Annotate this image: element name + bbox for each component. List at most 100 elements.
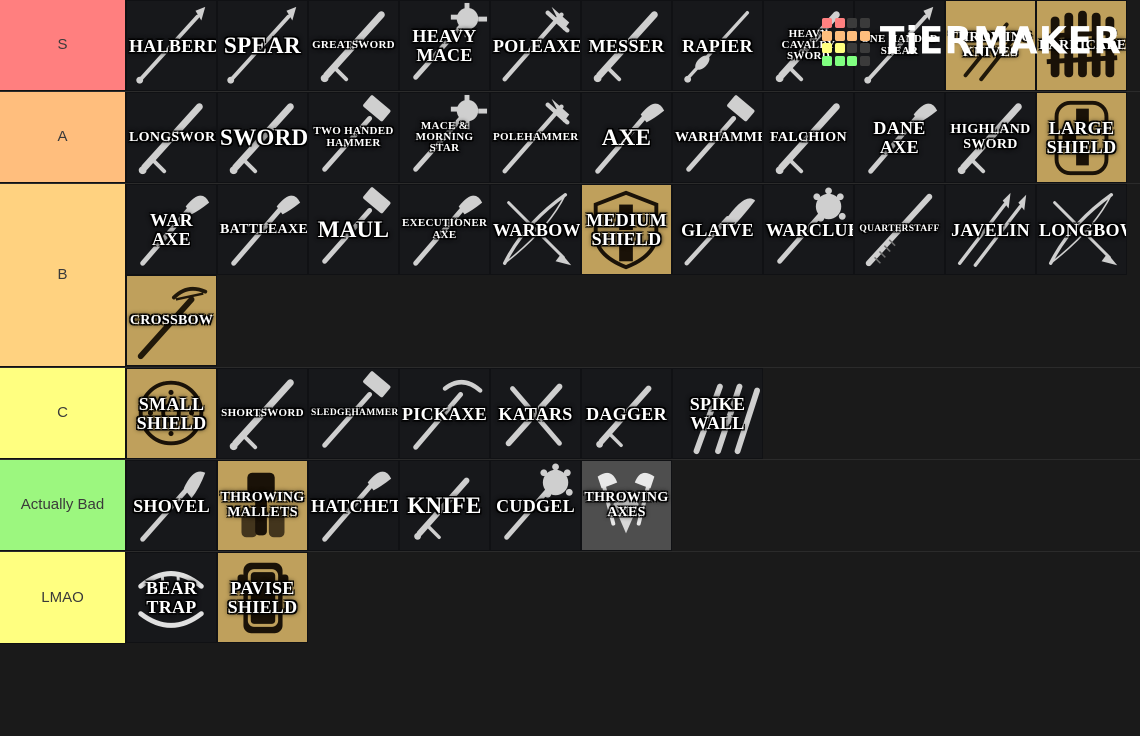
tier-row-actually-bad: Actually Bad Shovel Throwing Mallets Hatche… — [0, 460, 1140, 552]
tier-label-a[interactable]: A — [0, 92, 126, 183]
tier-label-lmao[interactable]: LMAO — [0, 552, 126, 644]
tier-item-label: Javelin — [951, 219, 1030, 240]
tier-item-mace-morning-star[interactable]: Mace & Morning Star — [399, 92, 490, 183]
tier-item-pavise-shield[interactable]: Pavise Shield — [217, 552, 308, 643]
tier-item-knife[interactable]: Knife — [399, 460, 490, 551]
tier-item-spike-wall[interactable]: Spike Wall — [672, 368, 763, 459]
tier-item-bear-trap[interactable]: Bear Trap — [126, 552, 217, 643]
tier-item-label: Halberd — [129, 35, 217, 56]
tier-item-label: Messer — [588, 35, 665, 56]
tier-item-cudgel[interactable]: Cudgel — [490, 460, 581, 551]
tier-item-throwing-axes[interactable]: Throwing Axes — [581, 460, 672, 551]
tier-item-label: Polehammer — [493, 131, 579, 143]
tier-item-heavy-mace[interactable]: Heavy Mace — [399, 0, 490, 91]
tier-item-label: Spike Wall — [689, 394, 746, 433]
tier-item-label: Executioner Axe — [402, 217, 488, 241]
tier-item-label: Throwing Axes — [584, 490, 669, 520]
tier-item-warclub[interactable]: Warclub — [763, 184, 854, 275]
tier-item-label: Hatchet — [311, 495, 399, 516]
tier-item-label: Pickaxe — [402, 403, 488, 424]
tier-item-poleaxe[interactable]: Poleaxe — [490, 0, 581, 91]
tier-item-quarterstaff[interactable]: Quarterstaff — [854, 184, 945, 275]
logo-cell-3-2 — [847, 55, 858, 66]
tier-item-throwing-mallets[interactable]: Throwing Mallets — [217, 460, 308, 551]
tier-item-label: Crossbow — [129, 312, 214, 328]
tier-item-glaive[interactable]: Glaive — [672, 184, 763, 275]
tier-item-polehammer[interactable]: Polehammer — [490, 92, 581, 183]
tier-item-label: War Axe — [150, 210, 193, 249]
tier-item-hatchet[interactable]: Hatchet — [308, 460, 399, 551]
tier-row-c: C Small Shield Shortsword Sledgehammer Picka… — [0, 368, 1140, 460]
tier-item-label: Shovel — [133, 495, 210, 516]
tier-item-dane-axe[interactable]: Dane Axe — [854, 92, 945, 183]
tier-item-label: Quarterstaff — [859, 223, 940, 234]
tier-label-s[interactable]: S — [0, 0, 126, 91]
tier-item-two-handed-hammer[interactable]: Two Handed Hammer — [308, 92, 399, 183]
tier-item-label: Dagger — [586, 403, 667, 424]
tier-item-battleaxe[interactable]: Battleaxe — [217, 184, 308, 275]
tier-item-label: Warhammer — [675, 129, 762, 145]
tier-item-warhammer[interactable]: Warhammer — [672, 92, 763, 183]
tier-item-label: Warclub — [766, 219, 854, 240]
logo-cell-1-1 — [834, 30, 845, 41]
tier-label-b[interactable]: B — [0, 184, 126, 367]
tier-item-greatsword[interactable]: Greatsword — [308, 0, 399, 91]
tier-row-a: A Longsword Sword Two Handed Hammer Mace & M… — [0, 92, 1140, 184]
tier-item-sledgehammer[interactable]: Sledgehammer — [308, 368, 399, 459]
tier-item-label: Rapier — [682, 35, 753, 56]
tier-item-maul[interactable]: Maul — [308, 184, 399, 275]
tier-items-lmao: Bear Trap Pavise Shield — [126, 552, 1140, 644]
logo-cell-1-3 — [859, 30, 870, 41]
tier-item-warbow[interactable]: Warbow — [490, 184, 581, 275]
tier-item-label: Katars — [498, 403, 573, 424]
tier-label-c[interactable]: C — [0, 368, 126, 459]
tier-item-javelin[interactable]: Javelin — [945, 184, 1036, 275]
tiermaker-logo-grid — [822, 18, 870, 66]
tier-item-shovel[interactable]: Shovel — [126, 460, 217, 551]
tier-item-crossbow[interactable]: Crossbow — [126, 275, 217, 366]
tier-item-sword[interactable]: Sword — [217, 92, 308, 183]
tier-item-halberd[interactable]: Halberd — [126, 0, 217, 91]
logo-cell-0-0 — [822, 18, 833, 28]
tier-label-actually-bad[interactable]: Actually Bad — [0, 460, 126, 551]
tier-item-label: Glaive — [681, 219, 754, 240]
logo-cell-3-0 — [822, 55, 833, 66]
tiermaker-logo: TiERMAKER — [822, 18, 1122, 66]
tier-item-label: Longbow — [1039, 219, 1126, 240]
tier-item-label: Knife — [407, 493, 482, 518]
tier-item-messer[interactable]: Messer — [581, 0, 672, 91]
logo-cell-2-3 — [859, 43, 870, 53]
tier-item-dagger[interactable]: Dagger — [581, 368, 672, 459]
tier-items-c: Small Shield Shortsword Sledgehammer Pickax… — [126, 368, 1140, 459]
tier-item-pickaxe[interactable]: Pickaxe — [399, 368, 490, 459]
tier-item-label: Axe — [601, 125, 652, 150]
tier-item-small-shield[interactable]: Small Shield — [126, 368, 217, 459]
tier-item-medium-shield[interactable]: Medium Shield — [581, 184, 672, 275]
tier-item-label: Mace & Morning Star — [415, 119, 474, 155]
tiermaker-wordmark: TiERMAKER — [879, 19, 1122, 63]
logo-cell-2-0 — [822, 43, 833, 53]
tier-item-label: Sledgehammer — [311, 407, 399, 418]
tier-item-label: Heavy Mace — [412, 26, 477, 65]
tier-item-label: Shortsword — [221, 407, 304, 419]
tier-item-axe[interactable]: Axe — [581, 92, 672, 183]
tier-item-label: Highland Sword — [950, 122, 1031, 152]
tier-item-longbow[interactable]: Longbow — [1036, 184, 1127, 275]
logo-cell-1-2 — [847, 30, 858, 41]
tier-items-actually-bad: Shovel Throwing Mallets Hatchet Knife Cudgel… — [126, 460, 1140, 551]
tier-item-war-axe[interactable]: War Axe — [126, 184, 217, 275]
tier-item-rapier[interactable]: Rapier — [672, 0, 763, 91]
tier-item-executioner-axe[interactable]: Executioner Axe — [399, 184, 490, 275]
tier-item-shortsword[interactable]: Shortsword — [217, 368, 308, 459]
logo-cell-0-3 — [859, 18, 870, 28]
tier-item-label: Medium Shield — [586, 210, 667, 249]
tier-item-label: Cudgel — [496, 495, 575, 516]
tier-item-label: Small Shield — [136, 394, 207, 433]
tier-item-spear[interactable]: Spear — [217, 0, 308, 91]
tier-item-highland-sword[interactable]: Highland Sword — [945, 92, 1036, 183]
tier-item-falchion[interactable]: Falchion — [763, 92, 854, 183]
tier-item-large-shield[interactable]: Large Shield — [1036, 92, 1127, 183]
tier-item-longsword[interactable]: Longsword — [126, 92, 217, 183]
tier-item-label: Large Shield — [1046, 118, 1117, 157]
tier-item-katars[interactable]: Katars — [490, 368, 581, 459]
